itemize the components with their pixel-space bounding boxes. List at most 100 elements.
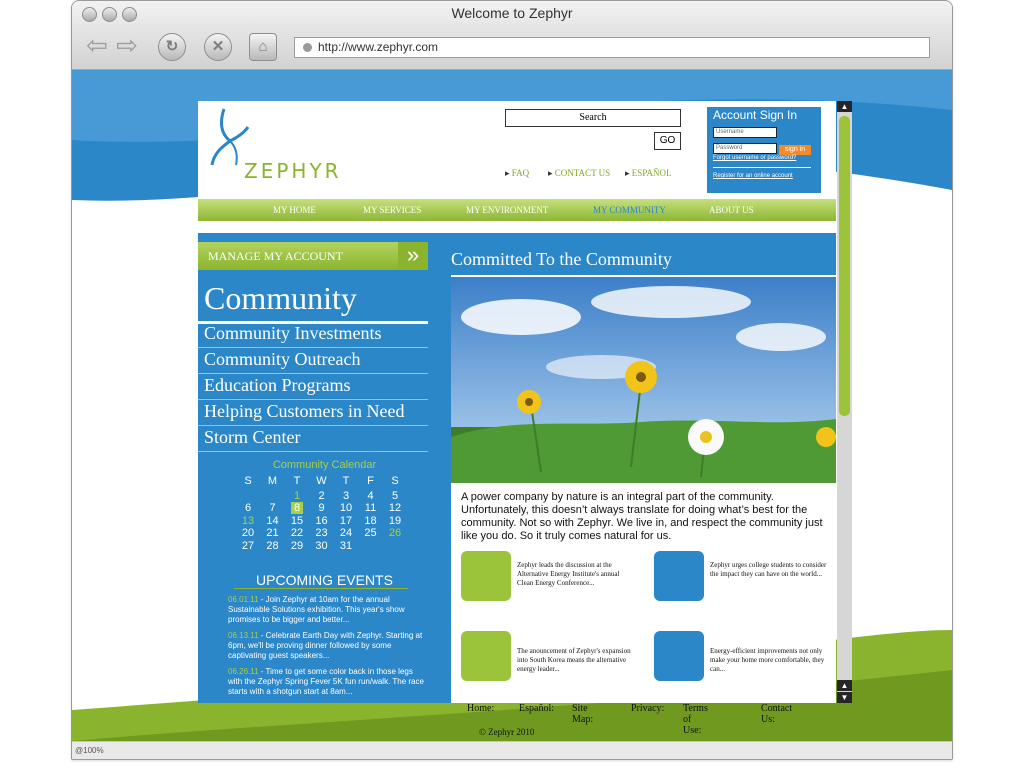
sidebar-item-storm-center[interactable]: Storm Center (204, 427, 301, 448)
calendar-day[interactable]: 16 (310, 515, 334, 527)
sidebar-item-helping-customers[interactable]: Helping Customers in Need (204, 401, 404, 422)
sidebar-item-community-investments[interactable]: Community Investments (204, 323, 382, 344)
calendar-day[interactable]: 31 (334, 540, 358, 552)
calendar-day[interactable]: 15 (285, 515, 309, 527)
calendar-day[interactable]: 18 (359, 515, 383, 527)
community-people-icon (461, 631, 511, 681)
intro-paragraph: A power company by nature is an integral… (461, 491, 823, 542)
url-text: http://www.zephyr.com (318, 40, 439, 54)
calendar-day[interactable]: 24 (334, 527, 358, 539)
footer-privacy-link[interactable]: Privacy (631, 703, 664, 714)
search-input[interactable]: Search (505, 109, 681, 127)
hero-image (451, 277, 836, 483)
footer-sitemap-link[interactable]: Site Map (572, 703, 593, 725)
calendar-day[interactable]: 6 (236, 502, 260, 514)
nav-my-environment[interactable]: MY ENVIRONMENT (466, 205, 548, 215)
go-button[interactable]: GO (654, 132, 681, 150)
brand-name: ZEPHYR (244, 159, 342, 183)
calendar-day[interactable]: 21 (261, 527, 285, 539)
calendar-day[interactable]: 8 (291, 502, 303, 514)
home-button[interactable]: ⌂ (249, 33, 277, 61)
calendar-day[interactable]: 22 (285, 527, 309, 539)
username-field[interactable]: Username (713, 127, 777, 138)
main-title: Committed To the Community (451, 249, 672, 269)
news-card-text[interactable]: The anouncement of Zephyr's expansion in… (517, 647, 635, 674)
nav-my-home[interactable]: MY HOME (273, 205, 316, 215)
calendar-day[interactable]: 20 (236, 527, 260, 539)
news-card-text[interactable]: Zephyr leads the discussion at the Alter… (517, 561, 635, 588)
footer-espanol-link[interactable]: Español (519, 703, 554, 714)
calendar-day[interactable]: 26 (383, 527, 407, 539)
calendar-day[interactable]: 17 (334, 515, 358, 527)
calendar-day[interactable]: 19 (383, 515, 407, 527)
back-button[interactable]: ⇦ (82, 32, 112, 59)
manage-account-button[interactable]: MANAGE MY ACCOUNT (198, 242, 428, 270)
calendar-weekday: F (367, 475, 374, 487)
event-item[interactable]: 06.26.11 - Time to get some color back i… (228, 667, 428, 697)
section-heading: Community (204, 280, 357, 316)
footer-home-link[interactable]: Home (467, 703, 494, 714)
sidebar-divider (198, 399, 428, 400)
signin-button[interactable]: sign in (779, 145, 811, 155)
calendar-day[interactable]: 30 (310, 540, 334, 552)
calendar-day[interactable]: 23 (310, 527, 334, 539)
browser-titlebar: Welcome to Zephyr ⇦ ⇨ ↻ ✕ ⌂ http://www.z… (72, 1, 952, 70)
scroll-up-icon[interactable]: ▲ (837, 101, 852, 112)
nav-my-services[interactable]: MY SERVICES (363, 205, 421, 215)
window-title: Welcome to Zephyr (451, 5, 573, 21)
sidebar-item-community-outreach[interactable]: Community Outreach (204, 349, 360, 370)
calendar-day[interactable]: 2 (310, 490, 334, 502)
calendar-day[interactable]: 9 (310, 502, 334, 514)
browser-viewport: ZEPHYR Search GO FAQ CONTACT US ESPAÑOL … (72, 70, 952, 741)
calendar-day[interactable]: 25 (359, 527, 383, 539)
news-card-text[interactable]: Energy-efficient improvements not only m… (710, 647, 828, 674)
community-people-icon (654, 551, 704, 601)
signin-title: Account Sign In (713, 108, 798, 122)
calendar-day[interactable]: 13 (236, 515, 260, 527)
nav-about-us[interactable]: ABOUT US (709, 205, 754, 215)
forgot-password-link[interactable]: Forgot username or password? (713, 155, 796, 161)
calendar-day[interactable]: 27 (236, 540, 260, 552)
stop-button[interactable]: ✕ (204, 33, 232, 61)
calendar-day[interactable]: 28 (261, 540, 285, 552)
scroll-down-icon[interactable]: ▼ (837, 692, 852, 703)
zoom-level: @100% (75, 746, 104, 755)
site-page: ZEPHYR Search GO FAQ CONTACT US ESPAÑOL … (198, 101, 836, 703)
event-item[interactable]: 06.01.11 - Join Zephyr at 10am for the a… (228, 595, 428, 625)
calendar-day[interactable]: 1 (285, 490, 309, 502)
event-date: 06.01.11 (228, 595, 259, 604)
sidebar-divider (198, 425, 428, 426)
calendar-day[interactable]: 12 (383, 502, 407, 514)
register-link[interactable]: Register for an online account (713, 173, 793, 179)
community-people-icon (461, 551, 511, 601)
calendar-day[interactable]: 5 (383, 490, 407, 502)
footer-terms-link[interactable]: Terms of Use (683, 703, 708, 736)
contact-us-link[interactable]: CONTACT US (548, 168, 610, 179)
scroll-up-icon[interactable]: ▲ (837, 680, 852, 691)
calendar-day[interactable]: 14 (261, 515, 285, 527)
events-title: UPCOMING EVENTS (256, 572, 393, 588)
calendar-day[interactable]: 29 (285, 540, 309, 552)
calendar-title: Community Calendar (272, 459, 377, 471)
event-date: 06.13.11 (228, 631, 259, 640)
calendar-day[interactable]: 7 (261, 502, 285, 514)
calendar-day[interactable]: 10 (334, 502, 358, 514)
calendar-day[interactable]: 3 (334, 490, 358, 502)
forward-button[interactable]: ⇨ (112, 32, 142, 59)
status-bar: @100% (72, 741, 952, 759)
news-card-text[interactable]: Zephyr urges college students to conside… (710, 561, 828, 579)
nav-my-community[interactable]: MY COMMUNITY (593, 205, 666, 215)
faq-link[interactable]: FAQ (505, 168, 529, 179)
scrollbar-thumb[interactable] (839, 116, 850, 416)
refresh-button[interactable]: ↻ (158, 33, 186, 61)
calendar-day[interactable]: 11 (359, 502, 383, 514)
address-bar[interactable]: http://www.zephyr.com (294, 37, 930, 58)
footer-contact-link[interactable]: Contact Us (761, 703, 792, 725)
calendar-day[interactable]: 4 (359, 490, 383, 502)
event-item[interactable]: 06.13.11 - Celebrate Earth Day with Zeph… (228, 631, 428, 661)
calendar-weekday: W (316, 475, 327, 487)
sidebar-item-education-programs[interactable]: Education Programs (204, 375, 350, 396)
copyright: © Zephyr 2010 (479, 727, 535, 737)
password-field[interactable]: Password (713, 143, 777, 154)
espanol-link[interactable]: ESPAÑOL (625, 168, 672, 179)
